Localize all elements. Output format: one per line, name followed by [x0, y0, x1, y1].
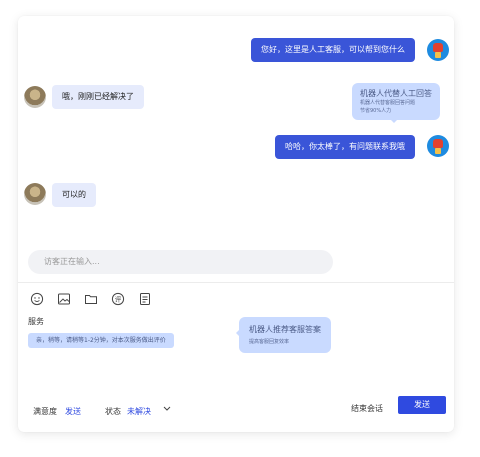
agent-avatar — [24, 183, 46, 205]
bot-recommend-tip: 机器人推荐客服答案 提高客服回复效率 — [236, 317, 331, 353]
bot-replace-agent-tip: 机器人代替人工回答 机器人代替客服回答问题 节省90%人力 — [352, 83, 440, 123]
chat-window: 您好，这里是人工客服，可以帮到您什么 哦，刚刚已经解决了 机器人代替人工回答 机… — [18, 16, 454, 432]
agent-avatar — [24, 86, 46, 108]
status-dropdown[interactable]: 未解决 — [127, 406, 151, 417]
service-message[interactable]: 亲，稍等，请稍等1-2分钟，对本次服务做出评价 — [28, 333, 174, 348]
tip-subtitle: 提高客服回复效率 — [249, 339, 290, 345]
message-bubble-agent: 哦，刚刚已经解决了 — [52, 85, 144, 109]
message-bubble-user: 您好，这里是人工客服，可以帮到您什么 — [251, 38, 415, 62]
satisfaction-send-link[interactable]: 发送 — [65, 406, 81, 417]
message-bubble-user: 哈哈，你太棒了，有问题联系我哦 — [275, 135, 415, 159]
evaluate-icon[interactable]: 评 — [111, 292, 125, 306]
message-bubble-agent: 可以的 — [52, 183, 96, 207]
tip-title: 机器人代替人工回答 — [360, 89, 432, 98]
typing-indicator: 访客正在输入... — [28, 250, 333, 274]
service-label: 服务 — [28, 317, 44, 326]
send-button[interactable]: 发送 — [398, 396, 446, 414]
smile-icon[interactable] — [30, 292, 44, 306]
bot-avatar — [427, 135, 449, 157]
svg-text:评: 评 — [115, 296, 122, 304]
tip-subtitle: 机器人代替客服回答问题 — [360, 100, 416, 106]
tip-title: 机器人推荐客服答案 — [249, 325, 321, 334]
image-icon[interactable] — [57, 292, 71, 306]
folder-icon[interactable] — [84, 292, 98, 306]
divider — [18, 282, 454, 283]
bot-avatar — [427, 39, 449, 61]
chevron-down-icon[interactable] — [162, 403, 172, 415]
end-session-button[interactable]: 结束会话 — [351, 403, 383, 414]
composer-toolbar: 评 — [30, 292, 152, 306]
document-icon[interactable] — [138, 292, 152, 306]
satisfaction-label: 满意度 — [33, 407, 57, 416]
tip-subtitle: 节省90%人力 — [360, 108, 392, 114]
status-label: 状态 — [105, 407, 121, 416]
